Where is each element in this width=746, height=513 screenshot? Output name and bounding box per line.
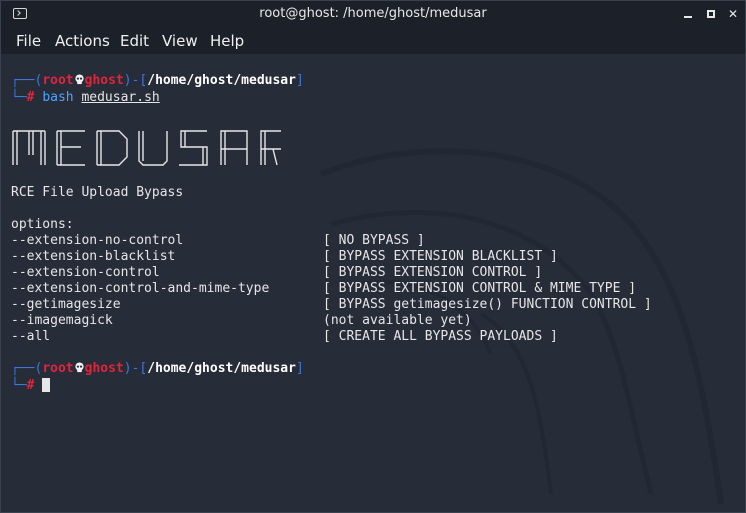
menu-edit[interactable]: Edit (120, 32, 149, 50)
option-desc: [ BYPASS getimagesize() FUNCTION CONTROL… (323, 297, 652, 312)
text-cursor (42, 378, 51, 392)
option-flag: --extension-blacklist (11, 249, 176, 264)
menu-file[interactable]: File (16, 32, 41, 50)
prompt-box-mid: )-[ (123, 73, 148, 88)
prompt-hash: # (26, 378, 35, 393)
menu-actions[interactable]: Actions (55, 32, 110, 50)
prompt-line-2: ┌──(root ghost)-[/home/ghost/medusar] (11, 361, 304, 377)
option-flag: --getimagesize (11, 297, 121, 312)
command-name: bash (42, 90, 74, 105)
option-desc: (not available yet) (323, 313, 472, 328)
maximize-icon (707, 10, 715, 18)
prompt-host: ghost (84, 361, 124, 376)
prompt-user: root (42, 361, 74, 376)
prompt-box-open: ┌──( (11, 73, 43, 88)
option-flag: --extension-control-and-mime-type (11, 281, 270, 296)
option-desc: [ BYPASS EXTENSION CONTROL ] (323, 265, 543, 280)
option-flag: --all (11, 329, 51, 344)
skull-icon (75, 74, 84, 85)
prompt-path: /home/ghost/medusar (147, 361, 296, 376)
menu-view[interactable]: View (162, 32, 198, 50)
prompt-box-mid: )-[ (123, 361, 148, 376)
window-title: root@ghost: /home/ghost/medusar (259, 6, 487, 21)
skull-icon (75, 362, 84, 373)
prompt-host: ghost (84, 73, 124, 88)
prompt-corner: └─ (11, 90, 27, 105)
prompt-box-close: ] (295, 73, 304, 88)
prompt-hash: # (26, 90, 35, 105)
prompt-path: /home/ghost/medusar (147, 73, 296, 88)
option-desc: [ BYPASS EXTENSION CONTROL & MIME TYPE ] (323, 281, 637, 296)
maximize-button[interactable] (704, 7, 718, 21)
menu-bar: File Actions Edit View Help (1, 28, 745, 54)
terminal-area[interactable]: ┌──(root ghost)-[/home/ghost/medusar] └─#… (1, 54, 745, 512)
command-line-1: └─# bash medusar.sh (11, 90, 160, 106)
prompt-box-open: ┌──( (11, 361, 43, 376)
options-header: options: (11, 217, 74, 232)
minimize-button[interactable] (681, 7, 695, 21)
option-flag: --extension-no-control (11, 233, 184, 248)
command-line-2[interactable]: └─# (11, 378, 51, 394)
medusar-banner (12, 130, 281, 166)
menu-help[interactable]: Help (210, 32, 244, 50)
prompt-corner: └─ (11, 378, 27, 393)
prompt-line-1: ┌──(root ghost)-[/home/ghost/medusar] (11, 73, 304, 89)
prompt-user: root (42, 73, 74, 88)
close-icon: ✕ (727, 7, 739, 21)
option-desc: [ CREATE ALL BYPASS PAYLOADS ] (323, 329, 558, 344)
option-flag: --imagemagick (11, 313, 113, 328)
close-button[interactable]: ✕ (726, 7, 740, 21)
title-bar[interactable]: root@ghost: /home/ghost/medusar ✕ (1, 1, 745, 28)
option-desc: [ BYPASS EXTENSION BLACKLIST ] (323, 249, 558, 264)
option-desc: [ NO BYPASS ] (323, 233, 425, 248)
prompt-box-close: ] (295, 361, 304, 376)
minimize-icon (684, 16, 692, 18)
option-flag: --extension-control (11, 265, 160, 280)
terminal-window: root@ghost: /home/ghost/medusar ✕ File A… (0, 0, 746, 513)
command-arg: medusar.sh (81, 90, 160, 105)
subtitle: RCE File Upload Bypass (11, 185, 184, 200)
